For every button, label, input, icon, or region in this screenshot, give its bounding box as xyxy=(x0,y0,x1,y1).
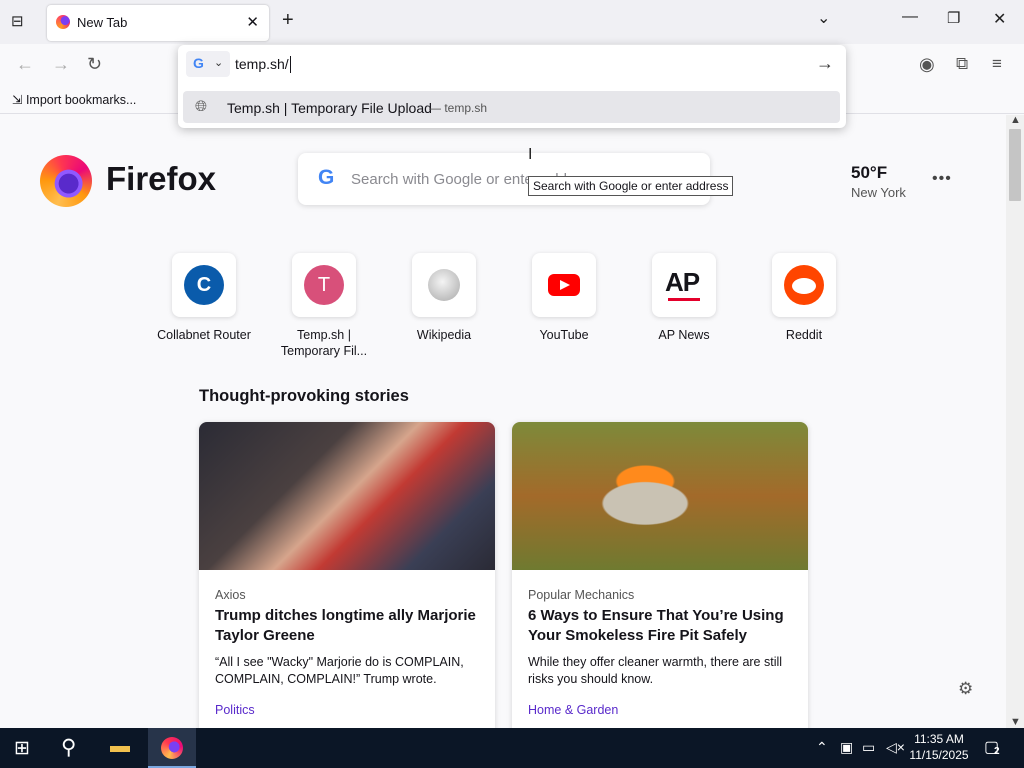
story-image xyxy=(199,422,495,570)
temp-letter-icon: T xyxy=(304,265,344,305)
collabnet-letter-icon: C xyxy=(184,265,224,305)
story-category[interactable]: Home & Garden xyxy=(528,703,618,717)
firefox-favicon-icon xyxy=(56,15,70,29)
stories-heading: Thought-provoking stories xyxy=(199,387,409,405)
url-bar-dropdown: G ⌄ temp.sh/ → 🌐︎ Temp.sh | Temporary Fi… xyxy=(178,45,846,128)
meet-icon[interactable]: ▣ xyxy=(840,739,853,756)
reload-icon[interactable]: ↻ xyxy=(87,54,102,75)
firefox-icon xyxy=(161,737,183,759)
scrollbar[interactable]: ▲ ▼ xyxy=(1006,114,1024,728)
shortcut-tile xyxy=(532,253,596,317)
ap-logo-icon: AP xyxy=(665,267,700,297)
youtube-icon xyxy=(548,274,580,296)
url-suggestion-row[interactable]: 🌐︎ Temp.sh | Temporary File Upload — tem… xyxy=(183,91,840,123)
shortcut-label: YouTube xyxy=(539,328,589,342)
clock-time: 11:35 AM xyxy=(914,732,964,746)
close-window-icon[interactable]: ✕ xyxy=(993,9,1006,29)
reddit-icon xyxy=(784,265,824,305)
close-tab-icon[interactable]: ✕ xyxy=(246,13,259,31)
shortcut-reddit[interactable]: Reddit xyxy=(749,253,859,343)
shortcut-tile: T xyxy=(292,253,356,317)
text-cursor-icon: I xyxy=(528,146,533,163)
account-icon[interactable]: ◉ xyxy=(919,54,935,75)
google-icon: G xyxy=(318,166,335,189)
file-explorer-icon[interactable]: ▬ xyxy=(110,735,130,758)
search-icon[interactable]: ⚲ xyxy=(61,735,76,760)
import-bookmarks-label: Import bookmarks... xyxy=(25,93,137,107)
new-tab-page: Firefox G Search with Google or enter ad… xyxy=(0,115,1006,728)
story-headline: 6 Ways to Ensure That You’re Using Your … xyxy=(528,607,784,644)
scrollbar-thumb[interactable] xyxy=(1009,129,1021,201)
shortcut-label: Wikipedia xyxy=(416,328,472,342)
search-engine-selector[interactable]: G ⌄ xyxy=(186,51,230,77)
globe-icon: 🌐︎ xyxy=(195,98,208,115)
url-input[interactable]: temp.sh/ xyxy=(235,56,291,73)
shortcut-wikipedia[interactable]: Wikipedia xyxy=(389,253,499,343)
scroll-up-icon[interactable]: ▲ xyxy=(1010,114,1021,126)
suggestion-separator: — xyxy=(429,101,441,115)
back-icon[interactable]: ← xyxy=(16,54,34,75)
shortcut-ap-news[interactable]: AP AP News xyxy=(629,253,739,343)
forward-icon[interactable]: → xyxy=(52,54,70,75)
notification-count: 2 xyxy=(994,746,1000,757)
clock-date: 11/15/2025 xyxy=(909,748,969,762)
minimize-icon[interactable]: — xyxy=(902,8,918,26)
taskbar-firefox-button[interactable] xyxy=(148,728,196,768)
tab-strip: ⊟ New Tab ✕ + ⌄ — ❐ ✕ xyxy=(0,0,1024,44)
menu-icon[interactable]: ≡ xyxy=(992,54,1002,74)
more-options-icon[interactable]: ••• xyxy=(932,170,952,188)
story-source: Popular Mechanics xyxy=(528,588,635,602)
search-tooltip: Search with Google or enter address xyxy=(528,176,734,196)
ap-logo-bar xyxy=(668,298,700,301)
shortcut-tile xyxy=(412,253,476,317)
tab-new-tab[interactable]: New Tab ✕ xyxy=(47,5,269,41)
taskbar: ⊞ ⚲ ▬ ⌃ ▣ ▭ ◁× 11:35 AM 11/15/2025 ▢ 2 xyxy=(0,728,1024,768)
story-excerpt: While they offer cleaner warmth, there a… xyxy=(528,655,783,686)
story-source: Axios xyxy=(215,588,246,602)
shortcut-label: Temp.sh | Temporary Fil... xyxy=(280,328,368,358)
shortcut-tile: C xyxy=(172,253,236,317)
story-image xyxy=(512,422,808,570)
new-tab-icon[interactable]: + xyxy=(282,9,294,32)
shortcut-collabnet-router[interactable]: C Collabnet Router xyxy=(149,253,259,343)
extensions-icon[interactable]: ⧉ xyxy=(956,54,968,74)
shortcut-label: Reddit xyxy=(785,328,823,342)
story-card[interactable]: Popular Mechanics 6 Ways to Ensure That … xyxy=(512,422,808,728)
weather-city: New York xyxy=(851,185,906,200)
story-card[interactable]: Axios Trump ditches longtime ally Marjor… xyxy=(199,422,495,728)
shortcut-label: AP News xyxy=(658,328,710,342)
shortcut-tile xyxy=(772,253,836,317)
tab-title: New Tab xyxy=(77,15,128,30)
network-icon[interactable]: ▭ xyxy=(862,739,875,756)
volume-muted-icon[interactable]: ◁× xyxy=(886,739,905,756)
suggestion-domain: — temp.sh xyxy=(429,101,487,115)
suggestion-domain-text: temp.sh xyxy=(444,101,488,115)
story-headline: Trump ditches longtime ally Marjorie Tay… xyxy=(215,607,476,644)
chevron-up-icon[interactable]: ⌃ xyxy=(816,739,828,756)
google-icon: G xyxy=(193,55,204,71)
shortcut-temp-sh[interactable]: T Temp.sh | Temporary Fil... xyxy=(269,253,379,359)
firefox-wordmark: Firefox xyxy=(106,160,217,197)
taskbar-clock[interactable]: 11:35 AM 11/15/2025 xyxy=(908,731,970,763)
story-category[interactable]: Politics xyxy=(215,703,255,717)
gear-icon[interactable]: ⚙ xyxy=(958,679,973,699)
scroll-down-icon[interactable]: ▼ xyxy=(1010,716,1021,728)
restore-icon[interactable]: ❐ xyxy=(947,9,960,27)
import-bookmarks-button[interactable]: ⇲ Import bookmarks... xyxy=(12,92,136,107)
shortcut-tile: AP xyxy=(652,253,716,317)
shortcut-youtube[interactable]: YouTube xyxy=(509,253,619,343)
windows-start-icon[interactable]: ⊞ xyxy=(14,737,30,760)
tab-list-icon[interactable]: ⊟ xyxy=(11,12,24,30)
chevron-down-icon[interactable]: ⌄ xyxy=(817,8,830,28)
firefox-logo-icon xyxy=(40,155,92,207)
suggestion-title: Temp.sh | Temporary File Upload xyxy=(227,100,432,116)
weather-temperature: 50°F xyxy=(851,163,888,182)
go-arrow-icon[interactable]: → xyxy=(816,53,834,74)
wikipedia-globe-icon xyxy=(428,269,460,301)
story-excerpt: “All I see "Wacky" Marjorie do is COMPLA… xyxy=(215,655,464,686)
chevron-down-icon: ⌄ xyxy=(214,57,224,69)
shortcut-label: Collabnet Router xyxy=(157,328,251,342)
